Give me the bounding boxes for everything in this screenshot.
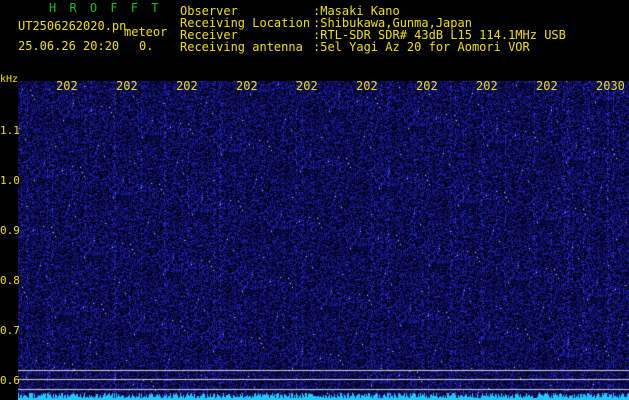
y-tick-label: 0.7	[0, 324, 20, 337]
capture-datetime: 25.06.26 20:20	[18, 39, 120, 53]
x-tick-label: 202	[236, 79, 258, 93]
y-tick-label: 0.9	[0, 224, 20, 237]
app-title: H R O F F T	[49, 1, 162, 15]
x-tick-label: 202	[176, 79, 198, 93]
info-key: Receiving antenna	[180, 40, 303, 54]
meteor-count: 0.	[139, 39, 154, 53]
y-tick-label: 1.0	[0, 174, 20, 187]
x-tick-label: 202	[116, 79, 138, 93]
station-info: Observer :Masaki Kano Receiving Location…	[180, 5, 566, 53]
y-tick-label: 1.1	[0, 124, 20, 137]
info-row-antenna: Receiving antenna :5el Yagi Az 20 for Ao…	[180, 41, 566, 53]
x-tick-label: 202	[296, 79, 318, 93]
info-value: :5el Yagi Az 20 for Aomori VOR	[313, 40, 530, 54]
meteor-label: meteor	[124, 25, 168, 39]
x-tick-label: 202	[356, 79, 378, 93]
x-tick-label: 202	[56, 79, 78, 93]
x-axis-ticks: 202 202 202 202 202 202 202 202 202 2030	[0, 80, 629, 94]
x-tick-label: 202	[536, 79, 558, 93]
x-tick-label: 202	[416, 79, 438, 93]
y-tick-label: 0.8	[0, 274, 20, 287]
x-tick-label: 2030	[596, 79, 625, 93]
image-filename: UT2506262020.pn	[18, 19, 127, 33]
spectrogram-canvas	[18, 81, 629, 400]
y-tick-label: 0.6	[0, 374, 20, 387]
x-tick-label: 202	[476, 79, 498, 93]
